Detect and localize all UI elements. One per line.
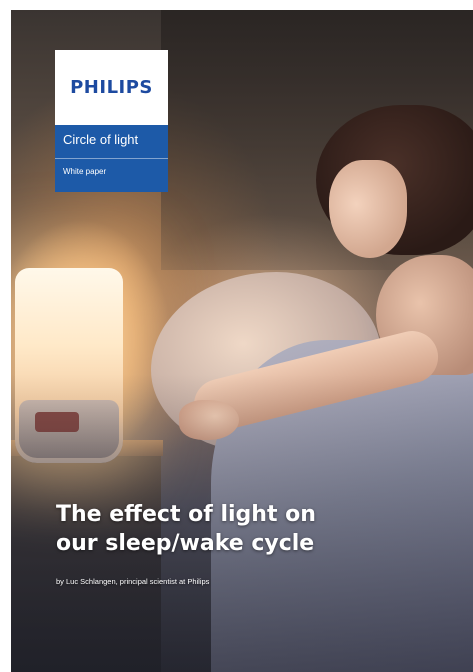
- brand-divider: [55, 158, 168, 159]
- cover-headline: The effect of light on our sleep/wake cy…: [56, 500, 456, 558]
- headline-line-1: The effect of light on: [56, 502, 316, 527]
- document-type: White paper: [63, 167, 107, 176]
- document-cover: PHILIPS Circle of light White paper The …: [11, 10, 473, 672]
- author-byline: by Luc Schlangen, principal scientist at…: [56, 577, 210, 586]
- brand-logo-area: PHILIPS: [55, 50, 168, 125]
- brand-title-area: Circle of light White paper: [55, 125, 168, 192]
- philips-logo: PHILIPS: [70, 77, 153, 98]
- series-title: Circle of light: [63, 132, 139, 147]
- headline-line-2: our sleep/wake cycle: [56, 531, 315, 556]
- brand-panel: PHILIPS Circle of light White paper: [55, 50, 168, 192]
